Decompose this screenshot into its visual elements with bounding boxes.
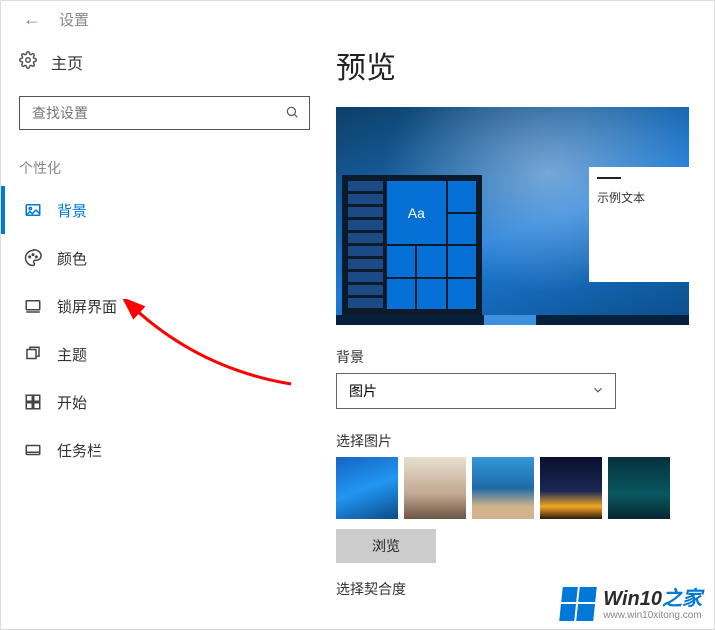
search-input[interactable] [32, 105, 285, 121]
preview-box: Aa 示例文本 [336, 107, 689, 325]
preview-sample-window: 示例文本 [589, 167, 689, 282]
sidebar-item-label: 背景 [57, 200, 87, 221]
fit-label: 选择契合度 [336, 579, 704, 599]
lockscreen-icon [23, 297, 43, 315]
gear-icon [19, 51, 37, 74]
sidebar-item-label: 任务栏 [57, 440, 102, 461]
taskbar-icon [23, 441, 43, 459]
sidebar-item-label: 开始 [57, 392, 87, 413]
picture-icon [23, 201, 43, 219]
sidebar-item-lockscreen[interactable]: 锁屏界面 [1, 282, 336, 330]
choose-picture-label: 选择图片 [336, 431, 704, 451]
section-title: 个性化 [1, 140, 336, 186]
picture-thumb[interactable] [608, 457, 670, 519]
sidebar-item-label: 颜色 [57, 248, 87, 269]
browse-button-label: 浏览 [372, 536, 400, 556]
search-icon [285, 105, 299, 122]
picture-thumb[interactable] [472, 457, 534, 519]
picture-thumb[interactable] [540, 457, 602, 519]
sidebar: ← 设置 主页 个性化 背景 颜色 [1, 1, 336, 629]
background-dropdown-value: 图片 [349, 381, 377, 401]
sidebar-item-themes[interactable]: 主题 [1, 330, 336, 378]
chevron-down-icon [591, 383, 605, 400]
home-button[interactable]: 主页 [1, 36, 336, 88]
window-title: 设置 [59, 9, 89, 30]
background-label: 背景 [336, 347, 704, 367]
sidebar-item-label: 主题 [57, 344, 87, 365]
sidebar-item-start[interactable]: 开始 [1, 378, 336, 426]
background-dropdown[interactable]: 图片 [336, 373, 616, 409]
themes-icon [23, 345, 43, 363]
start-icon [23, 393, 43, 411]
preview-start-menu: Aa [342, 175, 482, 315]
palette-icon [23, 249, 43, 267]
sidebar-item-label: 锁屏界面 [57, 296, 117, 317]
main-content: 预览 Aa 示例文本 背景 图片 [336, 1, 714, 629]
search-input-wrap[interactable] [19, 96, 310, 130]
picture-thumb[interactable] [336, 457, 398, 519]
picture-thumbnails [336, 457, 704, 519]
back-button[interactable]: ← [23, 9, 41, 30]
browse-button[interactable]: 浏览 [336, 529, 436, 563]
sample-text-label: 示例文本 [597, 189, 681, 206]
preview-tile-sample: Aa [387, 181, 446, 244]
page-title: 预览 [336, 43, 704, 87]
titlebar: ← 设置 [1, 9, 336, 36]
home-label: 主页 [51, 50, 83, 74]
sidebar-item-taskbar[interactable]: 任务栏 [1, 426, 336, 474]
sidebar-item-colors[interactable]: 颜色 [1, 234, 336, 282]
sidebar-item-background[interactable]: 背景 [1, 186, 336, 234]
picture-thumb[interactable] [404, 457, 466, 519]
